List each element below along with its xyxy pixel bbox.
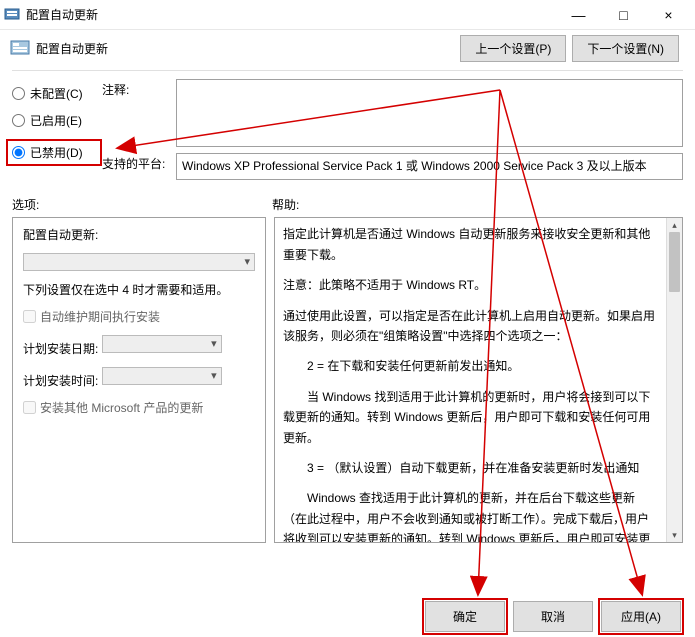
separator [12, 70, 683, 71]
radio-not-configured[interactable]: 未配置(C) [12, 85, 102, 102]
schedule-time-combo[interactable] [102, 367, 222, 385]
schedule-time-label: 计划安装时间: [23, 374, 98, 388]
radio-disabled-input[interactable] [12, 146, 25, 159]
note-textarea[interactable] [176, 79, 683, 147]
next-setting-button[interactable]: 下一个设置(N) [572, 35, 679, 62]
options-hint: 下列设置仅在选中 4 时才需要和适用。 [23, 281, 255, 298]
schedule-day-combo[interactable] [102, 335, 222, 353]
radio-enabled-input[interactable] [12, 114, 25, 127]
help-scrollbar[interactable]: ▴ ▾ [666, 218, 682, 542]
options-section-label: 选项: [12, 196, 272, 213]
window-controls: — □ × [556, 1, 691, 29]
platform-text: Windows XP Professional Service Pack 1 或… [176, 153, 683, 180]
help-p3: 通过使用此设置，可以指定是否在此计算机上启用自动更新。如果启用该服务，则必须在"… [283, 306, 656, 347]
subheader: 配置自动更新 上一个设置(P) 下一个设置(N) [0, 30, 695, 66]
checkbox-maintenance-label: 自动维护期间执行安装 [40, 308, 160, 325]
help-p7: Windows 查找适用于此计算机的更新，并在后台下载这些更新（在此过程中，用户… [283, 488, 656, 543]
configure-update-combo[interactable] [23, 253, 255, 271]
radio-disabled[interactable]: 已禁用(D) [12, 144, 96, 161]
subheader-title: 配置自动更新 [36, 40, 460, 57]
scroll-down-icon[interactable]: ▾ [667, 528, 682, 542]
apply-button[interactable]: 应用(A) [601, 601, 681, 632]
maximize-button[interactable]: □ [601, 1, 646, 29]
titlebar: 配置自动更新 — □ × [0, 0, 695, 30]
checkbox-ms-products[interactable] [23, 401, 36, 414]
help-p6: 3 = （默认设置）自动下载更新，并在准备安装更新时发出通知 [283, 458, 656, 478]
checkbox-maintenance[interactable] [23, 310, 36, 323]
policy-icon [10, 38, 30, 58]
prev-setting-button[interactable]: 上一个设置(P) [460, 35, 566, 62]
footer: 确定 取消 应用(A) [0, 595, 695, 637]
help-p2: 注意：此策略不适用于 Windows RT。 [283, 275, 656, 295]
minimize-button[interactable]: — [556, 1, 601, 29]
configure-update-label: 配置自动更新: [23, 226, 255, 243]
ok-button[interactable]: 确定 [425, 601, 505, 632]
schedule-day-label: 计划安装日期: [23, 342, 98, 356]
radio-enabled-label: 已启用(E) [30, 112, 82, 129]
window-title: 配置自动更新 [26, 6, 556, 23]
checkbox-ms-products-row[interactable]: 安装其他 Microsoft 产品的更新 [23, 399, 255, 416]
help-p5: 当 Windows 找到适用于此计算机的更新时，用户将会接到可以下载更新的通知。… [283, 387, 656, 448]
checkbox-maintenance-row[interactable]: 自动维护期间执行安装 [23, 308, 255, 325]
checkbox-ms-products-label: 安装其他 Microsoft 产品的更新 [40, 399, 203, 416]
help-panel: 指定此计算机是否通过 Windows 自动更新服务来接收安全更新和其他重要下载。… [274, 217, 683, 543]
options-panel: 配置自动更新: 下列设置仅在选中 4 时才需要和适用。 自动维护期间执行安装 计… [12, 217, 266, 543]
radio-disabled-label: 已禁用(D) [30, 144, 83, 161]
close-button[interactable]: × [646, 1, 691, 29]
help-section-label: 帮助: [272, 196, 683, 213]
cancel-button[interactable]: 取消 [513, 601, 593, 632]
help-p4: 2 = 在下载和安装任何更新前发出通知。 [283, 356, 656, 376]
app-icon [4, 7, 20, 23]
note-label: 注释: [102, 79, 172, 98]
scroll-up-icon[interactable]: ▴ [667, 218, 682, 232]
radio-not-configured-input[interactable] [12, 87, 25, 100]
radio-enabled[interactable]: 已启用(E) [12, 112, 102, 129]
platform-label: 支持的平台: [102, 153, 172, 172]
radio-not-configured-label: 未配置(C) [30, 85, 83, 102]
help-p1: 指定此计算机是否通过 Windows 自动更新服务来接收安全更新和其他重要下载。 [283, 224, 656, 265]
scroll-thumb[interactable] [669, 232, 680, 292]
